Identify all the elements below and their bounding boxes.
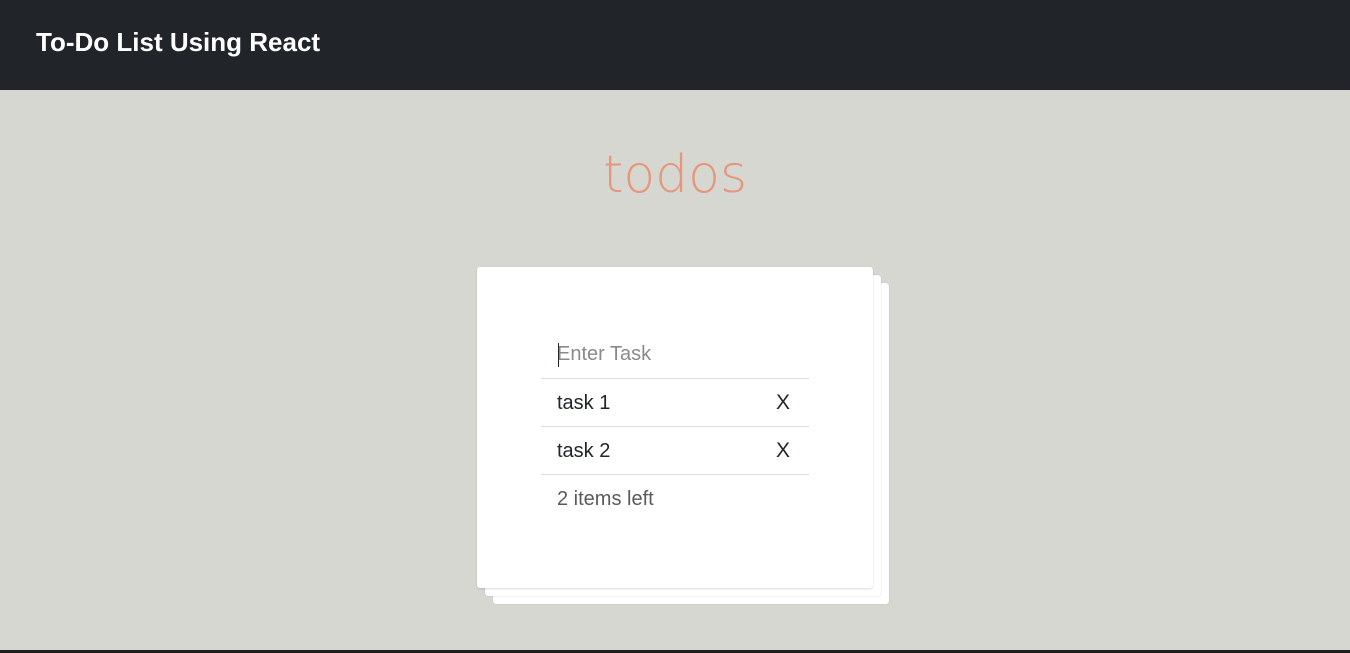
list-item: task 2 X	[541, 427, 809, 475]
todo-card: task 1 X task 2 X 2 items left	[477, 267, 873, 588]
main-area: todos task 1 X task 2 X 2 items left	[0, 90, 1350, 650]
task-input[interactable]	[541, 331, 809, 379]
page-title: todos	[602, 145, 748, 205]
todo-list: task 1 X task 2 X 2 items left	[541, 331, 809, 523]
todo-item-label[interactable]: task 1	[557, 391, 610, 415]
delete-button[interactable]: X	[771, 437, 795, 465]
todo-item-label[interactable]: task 2	[557, 439, 610, 463]
delete-button[interactable]: X	[771, 389, 795, 417]
todo-footer: 2 items left	[541, 475, 809, 523]
navbar: To-Do List Using React	[0, 0, 1350, 90]
list-item: task 1 X	[541, 379, 809, 427]
navbar-brand[interactable]: To-Do List Using React	[36, 25, 320, 59]
text-caret	[558, 343, 559, 367]
items-left-count: 2 items left	[557, 488, 654, 510]
task-input-wrapper	[541, 331, 809, 379]
